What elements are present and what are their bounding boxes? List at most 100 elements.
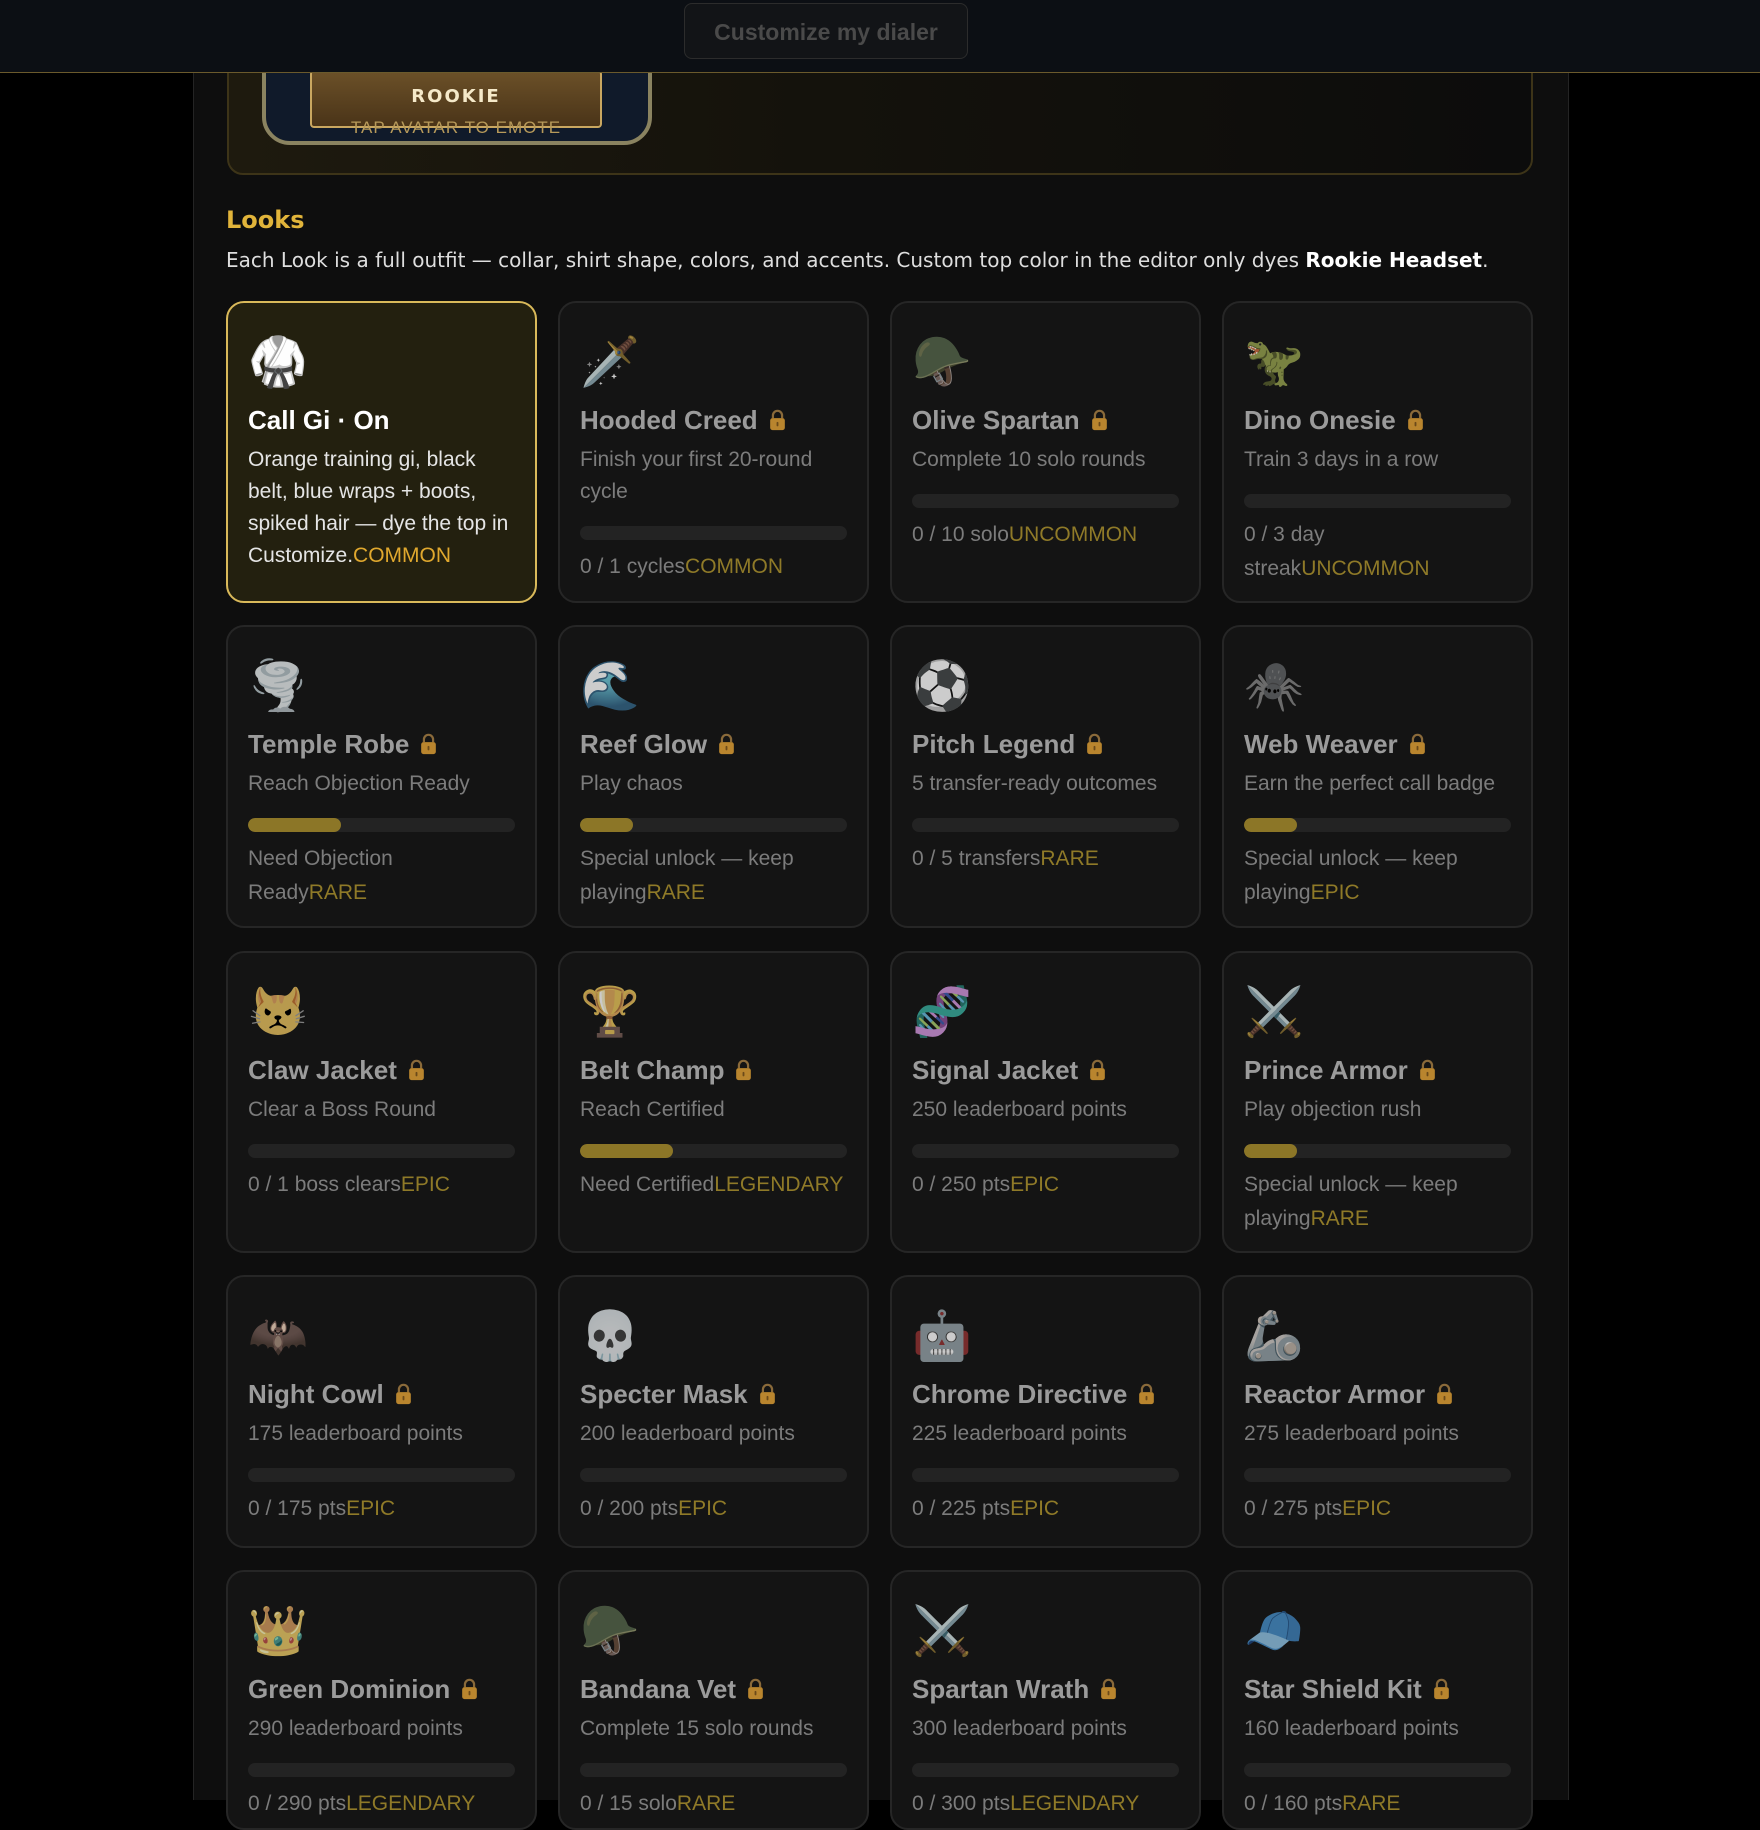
rarity-label: EPIC [1010,1497,1060,1520]
lock-icon [736,1059,752,1081]
top-bar: Customize my dialer [0,0,1760,73]
progress-bar [248,1468,515,1482]
emote-hint: TAP AVATAR TO EMOTE [350,118,562,137]
look-card[interactable]: 🦇 Night Cowl 175 leaderboard points 0 / 175… [226,1275,537,1548]
look-card[interactable]: 🦾 Reactor Armor 275 leaderboard points 0 / … [1222,1275,1533,1548]
look-card[interactable]: 🧢 Star Shield Kit 160 leaderboard points 0 … [1222,1570,1533,1830]
look-status: 0 / 175 ptsEPIC [248,1497,396,1520]
look-requirement: Reach Objection Ready [248,772,470,795]
look-card[interactable]: ⚔️ Spartan Wrath 300 leaderboard points 0 /… [890,1570,1201,1830]
lock-icon [1087,733,1103,755]
look-status: 0 / 200 ptsEPIC [580,1497,728,1520]
look-requirement: 300 leaderboard points [912,1717,1127,1740]
look-card[interactable]: ⚔️ Prince Armor Play objection rush Special… [1222,951,1533,1253]
progress-bar [912,494,1179,508]
look-card[interactable]: 👑 Green Dominion 290 leaderboard points 0 /… [226,1570,537,1830]
look-name: Spartan Wrath [912,1674,1179,1705]
progress-bar [1244,494,1511,508]
progress-fill [1244,818,1298,832]
look-name: Bandana Vet [580,1674,847,1705]
soccer-ball-icon: ⚽ [912,660,972,713]
rarity-label: LEGENDARY [1010,1792,1140,1815]
rarity-label: COMMON [353,544,452,567]
look-card[interactable]: 🦖 Dino Onesie Train 3 days in a row 0 / 3 d… [1222,301,1533,603]
look-card[interactable]: 🕷️ Web Weaver Earn the perfect call badge S… [1222,625,1533,928]
look-status: Need CertifiedLEGENDARY [580,1173,844,1196]
progress-bar [580,1144,847,1158]
look-name: Reef Glow [580,729,847,760]
rarity-label: RARE [1040,847,1099,870]
progress-bar [248,1763,515,1777]
cap-icon: 🧢 [1244,1605,1304,1658]
progress-bar [580,1468,847,1482]
look-card[interactable]: ⚽ Pitch Legend 5 transfer-ready outcomes 0 … [890,625,1201,928]
progress-bar [912,818,1179,832]
look-requirement: Play chaos [580,772,683,795]
progress-bar [912,1763,1179,1777]
look-requirement: 175 leaderboard points [248,1422,463,1445]
rarity-label: COMMON [685,555,784,578]
look-card[interactable]: 🤖 Chrome Directive 225 leaderboard points 0… [890,1275,1201,1548]
look-card[interactable]: 🗡️ Hooded Creed Finish your first 20-round… [558,301,869,603]
look-requirement: Clear a Boss Round [248,1098,436,1121]
look-card[interactable]: 🌊 Reef Glow Play chaos Special unlock — kee… [558,625,869,928]
customize-dialer-button[interactable]: Customize my dialer [684,3,968,59]
look-requirement: Complete 15 solo rounds [580,1717,814,1740]
lock-icon [1419,1059,1435,1081]
look-card[interactable]: 🏆 Belt Champ Reach Certified Need Certified… [558,951,869,1253]
pouting-cat-icon: 😾 [248,986,308,1039]
look-name: Prince Armor [1244,1055,1511,1086]
look-name: Hooded Creed [580,405,847,436]
progress-bar [248,818,515,832]
rarity-label: LEGENDARY [714,1173,844,1196]
look-status: 0 / 250 ptsEPIC [912,1173,1060,1196]
look-requirement: 250 leaderboard points [912,1098,1127,1121]
look-card[interactable]: 😾 Claw Jacket Clear a Boss Round 0 / 1 boss… [226,951,537,1253]
look-status: 0 / 10 soloUNCOMMON [912,523,1138,546]
progress-bar [1244,1468,1511,1482]
look-requirement: 225 leaderboard points [912,1422,1127,1445]
look-card[interactable]: 🧬 Signal Jacket 250 leaderboard points 0 / … [890,951,1201,1253]
progress-bar [580,1763,847,1777]
progress-fill [1244,1144,1298,1158]
progress-fill [580,1144,674,1158]
lock-icon [1091,409,1107,431]
rank-badge: ROOKIE TAP AVATAR TO EMOTE [310,70,602,137]
robot-icon: 🤖 [912,1310,972,1363]
look-card[interactable]: 🥋 Call Gi · On Orange training gi, black b… [226,301,537,603]
dna-icon: 🧬 [912,986,972,1039]
t-rex-icon: 🦖 [1244,336,1304,389]
crossed-swords-icon: ⚔️ [912,1605,972,1658]
look-card[interactable]: 🌪️ Temple Robe Reach Objection Ready Need O… [226,625,537,928]
look-status: 0 / 5 transfersRARE [912,847,1099,870]
lock-icon [409,1059,424,1081]
look-requirement: 5 transfer-ready outcomes [912,772,1158,795]
look-name: Temple Robe [248,729,515,760]
progress-fill [248,818,342,832]
headset-name: Rookie Headset [1305,248,1483,272]
look-status: 0 / 3 day streakUNCOMMON [1244,523,1430,580]
lock-icon [1407,409,1423,431]
rarity-label: EPIC [1010,1173,1060,1196]
look-card[interactable]: 💀 Specter Mask 200 leaderboard points 0 / 2… [558,1275,869,1548]
look-name: Olive Spartan [912,405,1179,436]
look-requirement: Earn the perfect call badge [1244,772,1495,795]
progress-bar [1244,1144,1511,1158]
look-status: Special unlock — keep playingRARE [1244,1173,1458,1230]
rarity-label: RARE [1342,1792,1401,1815]
looks-description: Each Look is a full outfit — collar, shi… [226,248,1489,272]
look-name: Belt Champ [580,1055,847,1086]
rarity-label: EPIC [678,1497,728,1520]
look-status: Special unlock — keep playingEPIC [1244,847,1458,904]
look-card[interactable]: 🪖 Olive Spartan Complete 10 solo rounds 0 /… [890,301,1201,603]
progress-bar [1244,818,1511,832]
look-card[interactable]: 🪖 Bandana Vet Complete 15 solo rounds 0 / 1… [558,1570,869,1830]
rarity-label: EPIC [1342,1497,1392,1520]
look-requirement: 275 leaderboard points [1244,1422,1459,1445]
lock-icon [719,733,734,755]
look-requirement: Complete 10 solo rounds [912,448,1146,471]
bat-icon: 🦇 [248,1310,308,1363]
trophy-icon: 🏆 [580,986,640,1039]
look-requirement: 200 leaderboard points [580,1422,795,1445]
look-status: Need Objection ReadyRARE [248,847,393,904]
